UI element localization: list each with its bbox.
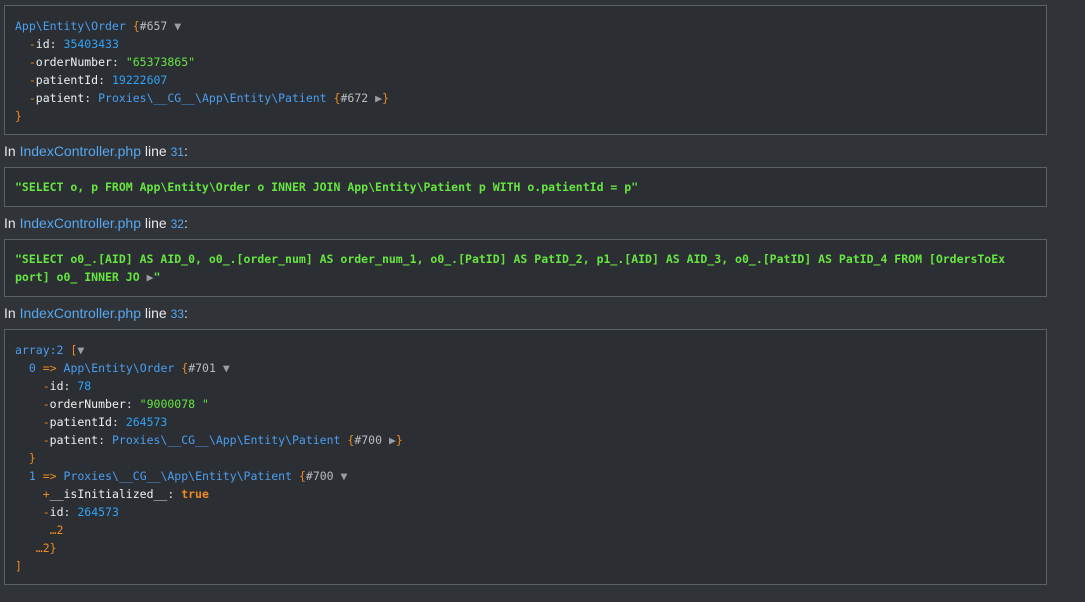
array-label: array:2 — [15, 343, 64, 357]
collapse-toggle-icon[interactable]: ▼ — [77, 343, 84, 357]
class-name: Proxies\__CG__\App\Entity\Patient — [111, 433, 341, 447]
object-ref: #701 — [188, 361, 216, 375]
prop-value: 35403433 — [63, 37, 119, 51]
dump-sql-dql: "SELECT o, p FROM App\Entity\Order o INN… — [4, 167, 1047, 207]
sql-string: "SELECT o0_.[AID] AS AID_0, o0_.[order_n… — [15, 252, 1006, 266]
prop-key: orderNumber — [35, 55, 112, 69]
more-ellipsis[interactable]: …2 — [36, 541, 50, 555]
prop-value: true — [181, 487, 209, 501]
line-link[interactable]: 31 — [171, 145, 184, 159]
prop-key: id — [49, 505, 64, 519]
expand-toggle-icon[interactable]: ▶ — [147, 270, 154, 284]
dump-sql-native: "SELECT o0_.[AID] AS AID_0, o0_.[order_n… — [4, 239, 1047, 297]
file-link[interactable]: IndexController.php — [20, 215, 141, 231]
prop-key: patientId — [35, 73, 99, 87]
dump-order-657: App\Entity\Order {#657 ▼ -id: 35403433 -… — [4, 5, 1047, 135]
prop-key: id — [35, 37, 50, 51]
array-index: 1 — [28, 469, 36, 483]
prop-key: __isInitialized__ — [49, 487, 168, 501]
file-link[interactable]: IndexController.php — [20, 305, 141, 321]
source-location: In IndexController.php line 33: — [4, 305, 188, 321]
prop-value: "9000078 " — [139, 397, 209, 411]
collapse-toggle-icon[interactable]: ▼ — [341, 469, 348, 483]
file-link[interactable]: IndexController.php — [20, 143, 141, 159]
prop-value: 264573 — [77, 505, 119, 519]
line-link[interactable]: 33 — [171, 307, 184, 321]
prop-key: patient — [49, 433, 99, 447]
object-ref: #700 — [354, 433, 383, 447]
class-name: App\Entity\Order — [15, 19, 126, 33]
dump-array: array:2 [▼ 0 => App\Entity\Order {#701 ▼… — [4, 329, 1047, 585]
collapse-toggle-icon[interactable]: ▼ — [223, 361, 230, 375]
more-ellipsis[interactable]: …2 — [50, 523, 64, 537]
prop-value: 78 — [77, 379, 92, 393]
object-ref: #672 — [340, 91, 369, 105]
sql-string-cont: port] o0_ INNER JO — [15, 270, 140, 284]
source-location: In IndexController.php line 32: — [4, 215, 188, 231]
object-ref: #657 — [139, 19, 168, 33]
expand-toggle-icon[interactable]: ▶ — [389, 433, 396, 447]
collapse-toggle-icon[interactable]: ▼ — [174, 19, 181, 33]
prop-value: 19222607 — [111, 73, 168, 87]
sql-string: "SELECT o, p FROM App\Entity\Order o INN… — [15, 180, 639, 194]
class-name: Proxies\__CG__\App\Entity\Patient — [63, 469, 293, 483]
prop-value: "65373865" — [125, 55, 196, 69]
class-name: App\Entity\Order — [63, 361, 175, 375]
prop-value: 264573 — [125, 415, 168, 429]
source-location: In IndexController.php line 31: — [4, 143, 188, 159]
prop-key: patientId — [49, 415, 112, 429]
array-index: 0 — [28, 361, 36, 375]
prop-key: orderNumber — [49, 397, 126, 411]
prop-key: patient — [35, 91, 85, 105]
class-name: Proxies\__CG__\App\Entity\Patient — [98, 91, 327, 105]
line-link[interactable]: 32 — [171, 217, 184, 231]
prop-key: id — [49, 379, 64, 393]
object-ref: #700 — [305, 469, 334, 483]
